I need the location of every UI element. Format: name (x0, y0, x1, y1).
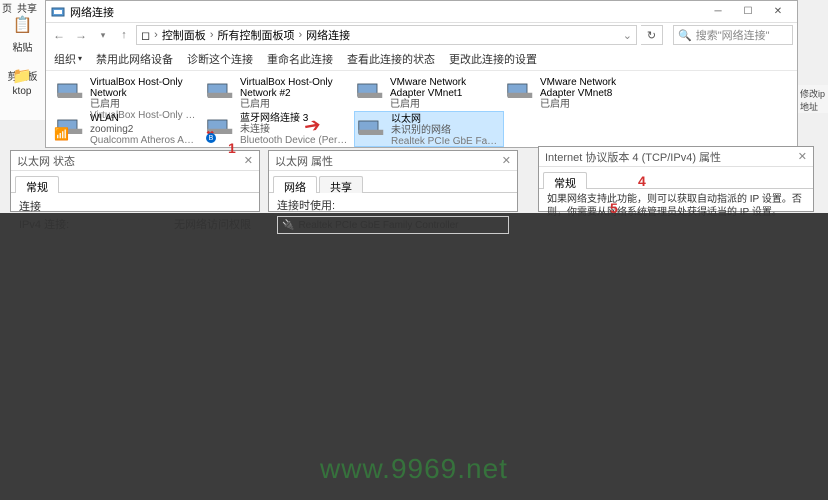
nic-icon (506, 77, 534, 105)
minimize-button[interactable]: ─ (703, 3, 733, 21)
adapters-list: VirtualBox Host-Only Network 已启用 Virtual… (46, 71, 797, 151)
paste-icon[interactable]: 📋 (9, 11, 37, 39)
diagnose-button[interactable]: 诊断这个连接 (187, 51, 253, 67)
controller-readonly: 🔌 Realtek PCIe GbE Family Controller (277, 216, 509, 234)
adapter-vmnet8[interactable]: VMware Network Adapter VMnet8 已启用 (504, 75, 654, 111)
organize-menu[interactable]: 组织▾ (54, 51, 82, 67)
nic-icon (356, 77, 384, 105)
search-placeholder: 搜索"网络连接" (696, 27, 770, 43)
network-icon (50, 4, 66, 20)
bc-item[interactable]: 控制面板 (162, 27, 206, 43)
up-button[interactable]: ↑ (116, 27, 132, 43)
breadcrumb[interactable]: ◻ › 控制面板 › 所有控制面板项 › 网络连接 ⌄ (136, 25, 637, 45)
adapter-vbox1[interactable]: VirtualBox Host-Only Network 已启用 Virtual… (54, 75, 204, 111)
close-button[interactable]: ✕ (763, 3, 793, 21)
watermark: www.9969.net (320, 453, 508, 485)
annotation-1: 1 (228, 140, 236, 156)
search-input[interactable]: 🔍 搜索"网络连接" (673, 25, 793, 45)
ipv4-label: IPv4 连接: (19, 216, 69, 232)
dialog-title: 以太网 状态 (17, 153, 75, 169)
maximize-button[interactable]: ☐ (733, 3, 763, 21)
nav-bar: ← → ▾ ↑ ◻ › 控制面板 › 所有控制面板项 › 网络连接 ⌄ ↻ 🔍 … (46, 23, 797, 47)
close-icon[interactable]: ✕ (798, 150, 807, 163)
back-button[interactable]: ← (50, 26, 68, 44)
refresh-button[interactable]: ↻ (641, 25, 663, 45)
bc-dropdown-icon[interactable]: ⌄ (623, 29, 632, 42)
rename-button[interactable]: 重命名此连接 (267, 51, 333, 67)
network-connections-window: 网络连接 ─ ☐ ✕ ← → ▾ ↑ ◻ › 控制面板 › 所有控制面板项 › … (45, 0, 798, 148)
bluetooth-nic-icon: ✖B (206, 113, 234, 141)
right-side-hint: 修改ip地址 (798, 85, 828, 113)
view-status-button[interactable]: 查看此连接的状态 (347, 51, 435, 67)
ethernet-status-dialog: 以太网 状态 ✕ 常规 连接 IPv4 连接:无网络访问权限 (10, 150, 260, 212)
nic-icon: 🔌 (282, 220, 294, 231)
adapter-vbox2[interactable]: VirtualBox Host-Only Network #2 已启用 (204, 75, 354, 111)
paste-label: 粘贴 (13, 39, 33, 54)
adapter-vmnet1[interactable]: VMware Network Adapter VMnet1 已启用 (354, 75, 504, 111)
annotation-4: 4 (638, 173, 646, 189)
title-bar[interactable]: 网络连接 ─ ☐ ✕ (46, 1, 797, 23)
bc-root-icon: ◻ (141, 29, 150, 42)
bc-item[interactable]: 网络连接 (306, 27, 350, 43)
change-settings-button[interactable]: 更改此连接的设置 (449, 51, 537, 67)
tab-sharing[interactable]: 共享 (319, 176, 363, 193)
nic-icon (357, 114, 385, 142)
window-title: 网络连接 (70, 4, 703, 20)
nic-icon (206, 77, 234, 105)
tcpip-properties-dialog: Internet 协议版本 4 (TCP/IPv4) 属性 ✕ 常规 如果网络支… (538, 146, 814, 212)
disable-device-button[interactable]: 禁用此网络设备 (96, 51, 173, 67)
adapter-bluetooth[interactable]: ✖B 蓝牙网络连接 3 未连接 Bluetooth Device (Person… (204, 111, 354, 147)
forward-button[interactable]: → (72, 26, 90, 44)
close-icon[interactable]: ✕ (502, 154, 511, 167)
wifi-icon: 📶 (56, 113, 84, 141)
ribbon-tab-share[interactable]: 共享 (17, 0, 37, 9)
adapter-wlan[interactable]: 📶 WLAN zooming2 Qualcomm Atheros AR9485W… (54, 111, 204, 147)
adapter-ethernet[interactable]: 以太网 未识别的网络 Realtek PCIe GbE Family Contr… (354, 111, 504, 147)
tab-general[interactable]: 常规 (543, 172, 587, 189)
dialog-titlebar[interactable]: Internet 协议版本 4 (TCP/IPv4) 属性 ✕ (539, 147, 813, 167)
ipv4-value: 无网络访问权限 (174, 216, 251, 232)
dialog-titlebar[interactable]: 以太网 属性 ✕ (269, 151, 517, 171)
nic-icon (56, 77, 84, 105)
ethernet-properties-dialog: 以太网 属性 ✕ 网络 共享 连接时使用: 🔌 Realtek PCIe GbE… (268, 150, 518, 212)
tab-network[interactable]: 网络 (273, 176, 317, 193)
office-ribbon-fragment: 页 共享 📋 粘贴 剪贴板 (0, 0, 45, 120)
connection-label: 连接 (19, 198, 41, 214)
desktop-icon[interactable]: 📁 ktop (2, 66, 42, 97)
dialog-title: 以太网 属性 (275, 153, 333, 169)
tcpip-description: 如果网络支持此功能，则可以获取自动指派的 IP 设置。否则，你需要从网络系统管理… (547, 194, 802, 218)
dialog-titlebar[interactable]: 以太网 状态 ✕ (11, 151, 259, 171)
search-icon: 🔍 (678, 29, 692, 42)
tab-general[interactable]: 常规 (15, 176, 59, 193)
bc-item[interactable]: 所有控制面板项 (217, 27, 294, 43)
ribbon-tab-page[interactable]: 页 (2, 0, 12, 9)
history-dropdown[interactable]: ▾ (94, 26, 112, 44)
toolbar: 组织▾ 禁用此网络设备 诊断这个连接 重命名此连接 查看此连接的状态 更改此连接… (46, 47, 797, 71)
dialog-title: Internet 协议版本 4 (TCP/IPv4) 属性 (545, 149, 721, 165)
annotation-5: 5 (610, 200, 618, 216)
close-icon[interactable]: ✕ (244, 154, 253, 167)
connect-using-label: 连接时使用: (277, 197, 509, 213)
